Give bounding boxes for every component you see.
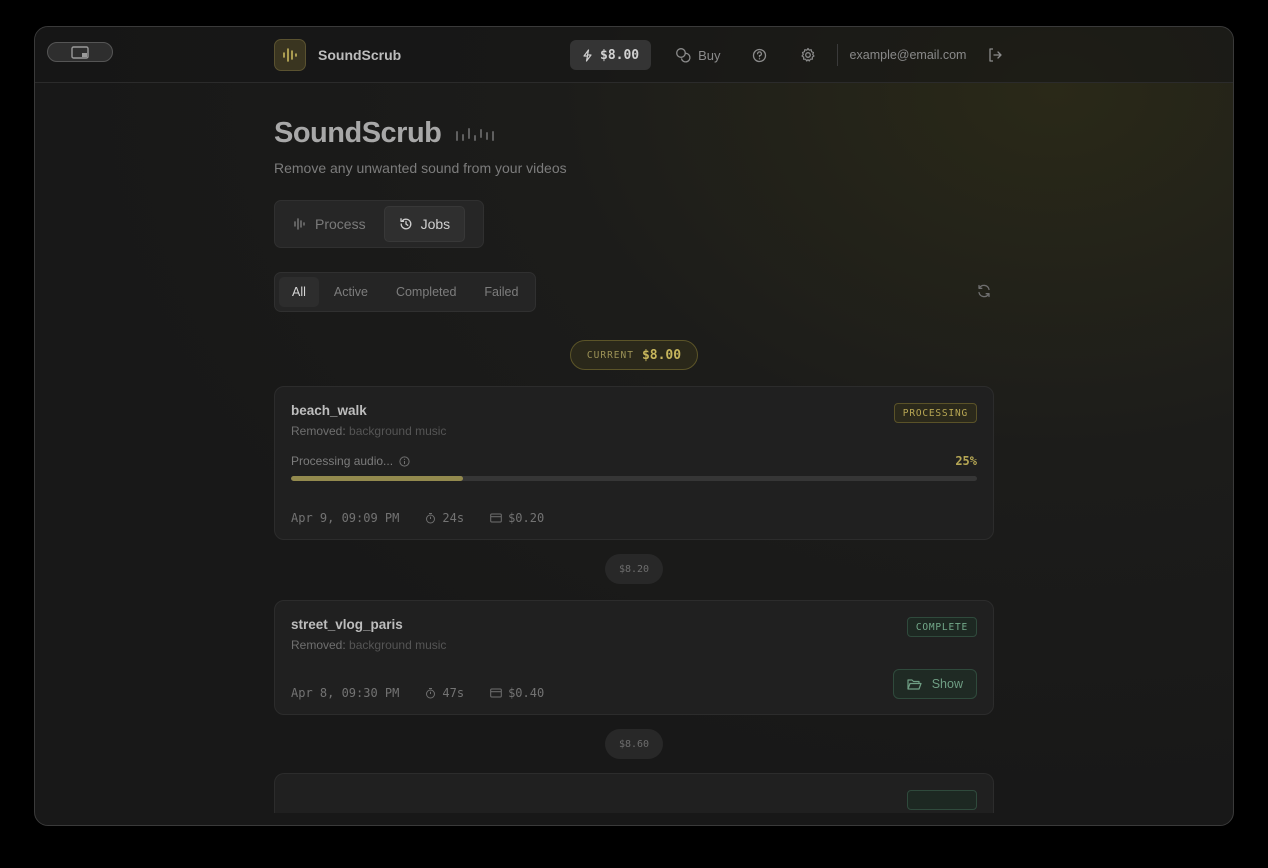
tab-process-label: Process <box>315 216 366 232</box>
folder-open-icon <box>907 678 922 690</box>
job-cost: $0.20 <box>490 511 544 525</box>
job-name: beach_walk <box>291 403 367 418</box>
status-badge: PROCESSING <box>893 403 977 423</box>
filter-completed[interactable]: Completed <box>383 277 469 307</box>
buy-button[interactable]: Buy <box>675 47 721 63</box>
current-balance-label: CURRENT <box>586 349 634 361</box>
settings-button[interactable] <box>799 46 817 64</box>
progress-bar-fill <box>291 476 463 481</box>
app-window: SoundScrub $8.00 Buy example@email.com S… <box>34 26 1234 826</box>
removed-value: background music <box>349 424 447 438</box>
filter-failed[interactable]: Failed <box>471 277 531 307</box>
job-card[interactable] <box>274 773 994 813</box>
removed-label: Removed: <box>291 424 346 438</box>
divider <box>836 44 838 66</box>
job-duration: 47s <box>425 686 464 700</box>
progress-percent: 25% <box>955 454 977 468</box>
refresh-button[interactable] <box>976 283 994 301</box>
job-duration: 24s <box>425 511 464 525</box>
credit-card-icon <box>490 513 502 523</box>
tab-process[interactable]: Process <box>279 206 380 242</box>
page-subtitle: Remove any unwanted sound from your vide… <box>274 160 567 176</box>
mode-tabs: Process Jobs <box>274 200 484 248</box>
sidebar-icon <box>71 45 89 59</box>
show-in-folder-button[interactable]: Show <box>892 669 977 699</box>
job-cost-value: $0.40 <box>508 686 545 700</box>
coins-icon <box>676 48 691 63</box>
lightning-icon <box>583 48 592 62</box>
status-filters: All Active Completed Failed <box>274 272 537 312</box>
filter-all[interactable]: All <box>279 277 319 307</box>
job-cost: $0.40 <box>490 686 544 700</box>
status-badge <box>907 790 977 810</box>
refresh-icon <box>978 284 990 298</box>
progress-label: Processing audio... <box>291 454 410 468</box>
job-removed: Removed: background music <box>291 424 977 438</box>
filter-active[interactable]: Active <box>321 277 381 307</box>
job-removed: Removed: background music <box>291 638 977 652</box>
progress-text: Processing audio... <box>291 454 394 468</box>
job-cost-value: $0.20 <box>508 511 545 525</box>
balance-button[interactable]: $8.00 <box>570 40 652 70</box>
removed-label: Removed: <box>291 638 346 652</box>
balance-amount: $8.00 <box>600 47 640 63</box>
tab-jobs[interactable]: Jobs <box>383 206 466 242</box>
gear-icon <box>800 47 815 62</box>
stopwatch-icon <box>426 688 436 699</box>
main-content: SoundScrub Remove any unwanted sound fro… <box>274 117 994 813</box>
current-balance-value: $8.00 <box>641 347 682 363</box>
top-bar: SoundScrub $8.00 Buy example@email.com <box>35 27 1233 83</box>
waveform-icon <box>294 218 305 230</box>
progress-bar <box>291 476 977 481</box>
status-badge: COMPLETE <box>906 617 977 637</box>
logout-button[interactable] <box>986 46 1004 64</box>
brand[interactable]: SoundScrub <box>274 39 401 71</box>
current-balance-pill: CURRENT $8.00 <box>569 340 699 370</box>
info-icon[interactable] <box>399 455 410 467</box>
job-duration-value: 24s <box>442 511 465 525</box>
show-label: Show <box>931 677 963 691</box>
job-card[interactable]: beach_walk Removed: background music PRO… <box>274 386 994 540</box>
brand-name: SoundScrub <box>318 47 402 63</box>
job-name: street_vlog_paris <box>291 617 403 632</box>
help-icon <box>752 48 767 62</box>
user-email: example@email.com <box>849 48 967 62</box>
running-balance-pill: $8.60 <box>604 729 664 759</box>
sidebar-toggle-button[interactable] <box>47 42 113 62</box>
page-title: SoundScrub <box>274 117 442 149</box>
job-date: Apr 9, 09:09 PM <box>291 511 400 525</box>
buy-label: Buy <box>698 47 721 63</box>
stopwatch-icon <box>426 513 436 524</box>
job-date: Apr 8, 09:30 PM <box>291 686 400 700</box>
help-button[interactable] <box>751 46 769 64</box>
waveform-logo-icon <box>274 39 306 71</box>
history-icon <box>399 218 411 230</box>
credit-card-icon <box>490 688 502 698</box>
job-card[interactable]: street_vlog_paris Removed: background mu… <box>274 600 994 715</box>
waveform-icon <box>456 127 495 141</box>
job-duration-value: 47s <box>442 686 465 700</box>
removed-value: background music <box>349 638 447 652</box>
running-balance-pill: $8.20 <box>604 554 664 584</box>
logout-icon <box>989 48 1003 62</box>
tab-jobs-label: Jobs <box>420 216 451 232</box>
